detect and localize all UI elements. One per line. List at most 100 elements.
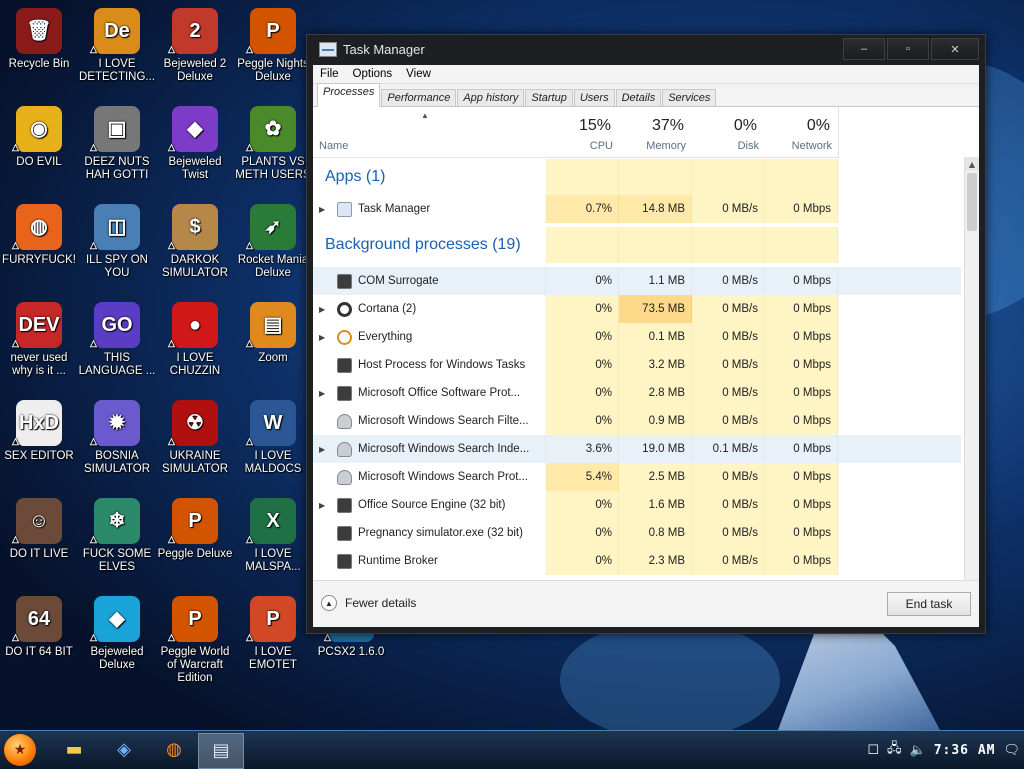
title-bar[interactable]: Task Manager – ▫ ✕	[307, 35, 985, 63]
desktop-icon[interactable]: De △ I LOVE DETECTING...	[78, 8, 156, 84]
desktop-icon[interactable]: P △ Peggle World of Warcraft Edition	[156, 596, 234, 685]
column-header-cpu[interactable]: 15% CPU	[546, 107, 620, 158]
process-cpu-cell: 0%	[546, 295, 619, 323]
process-name: Office Source Engine (32 bit)	[358, 499, 506, 511]
process-row[interactable]: ▶ Task Manager 0.7% 14.8 MB 0 MB/s 0 Mbps	[313, 195, 961, 223]
desktop-icon-label: I LOVE CHUZZIN	[169, 352, 221, 377]
sort-up-icon: ▲	[421, 111, 429, 120]
end-task-button[interactable]: End task	[887, 592, 971, 616]
network-icon[interactable]: 🖧	[887, 739, 902, 761]
process-mem-cell: 3.2 MB	[619, 351, 692, 379]
expand-arrow-icon[interactable]: ▶	[319, 305, 329, 314]
desktop-icon[interactable]: ☺ △ DO IT LIVE	[0, 498, 78, 561]
process-net-cell: 0 Mbps	[765, 323, 838, 351]
heat-filler	[765, 227, 838, 263]
tab-startup[interactable]: Startup	[525, 89, 573, 106]
desktop-icon[interactable]: ◉ △ DO EVIL	[0, 106, 78, 169]
desktop-icon[interactable]: ➶ △ Rocket Mania Deluxe	[234, 204, 312, 280]
maximize-button[interactable]: ▫	[887, 38, 929, 60]
column-header-name[interactable]: ▲ Name	[313, 107, 547, 158]
tab-app-history[interactable]: App history	[457, 89, 525, 106]
desktop-icon[interactable]: P △ Peggle Deluxe	[156, 498, 234, 561]
cpu-total-percent: 15%	[578, 117, 611, 134]
process-row[interactable]: Pregnancy simulator.exe (32 bit) 0% 0.8 MB…	[313, 519, 961, 547]
process-row[interactable]: ▶ Microsoft Windows Search Inde... 3.6% 19.…	[313, 435, 961, 463]
desktop-icon[interactable]: ✿ △ PLANTS VS METH USERS	[234, 106, 312, 182]
menu-view[interactable]: View	[399, 68, 438, 80]
desktop-icon[interactable]: W △ I LOVE MALDOCS	[234, 400, 312, 476]
desktop-icon[interactable]: 🗑 Recycle Bin	[0, 8, 78, 71]
process-row[interactable]: COM Surrogate 0% 1.1 MB 0 MB/s 0 Mbps	[313, 267, 961, 295]
desktop-icon-label: DO EVIL	[16, 156, 62, 168]
menu-options[interactable]: Options	[346, 68, 400, 80]
desktop-icon[interactable]: GO △ THIS LANGUAGE ...	[78, 302, 156, 378]
clock[interactable]: 7:36 AM	[934, 743, 996, 758]
process-row[interactable]: ▶ Office Source Engine (32 bit) 0% 1.6 MB 0 …	[313, 491, 961, 519]
firefox-icon[interactable]: ◍	[162, 737, 186, 761]
close-button[interactable]: ✕	[931, 38, 979, 60]
desktop-icon[interactable]: $ △ DARKOK SIMULATOR	[156, 204, 234, 280]
tray-box-icon[interactable]: ☐	[867, 743, 879, 758]
tab-services[interactable]: Services	[662, 89, 717, 106]
process-row[interactable]: Host Process for Windows Tasks 0% 3.2 MB 0 …	[313, 351, 961, 379]
tab-processes[interactable]: Processes	[317, 83, 381, 107]
desktop-icon[interactable]: P △ I LOVE EMOTET	[234, 596, 312, 672]
expand-arrow-icon[interactable]: ▶	[319, 445, 329, 454]
process-cpu-cell: 0%	[546, 491, 619, 519]
desktop-icon[interactable]: ❄ △ FUCK SOME ELVES	[78, 498, 156, 574]
start-button[interactable]: ★	[4, 734, 36, 766]
volume-icon[interactable]: 🔈	[910, 743, 926, 758]
desktop-icon[interactable]: ◆ △ Bejeweled Deluxe	[78, 596, 156, 672]
desktop-icon[interactable]: 2 △ Bejeweled 2 Deluxe	[156, 8, 234, 84]
process-row[interactable]: Microsoft Windows Search Filte... 0% 0.9 M…	[313, 407, 961, 435]
expand-arrow-icon[interactable]: ▶	[319, 333, 329, 342]
scroll-up-icon[interactable]: ▲	[965, 157, 979, 171]
desktop-icon[interactable]: 64 △ DO IT 64 BIT	[0, 596, 78, 659]
desktop-icon[interactable]: X △ I LOVE MALSPA...	[234, 498, 312, 574]
expand-arrow-icon[interactable]: ▶	[319, 501, 329, 510]
desktop-icon-label: FUCK SOME ELVES	[82, 548, 152, 573]
minimize-button[interactable]: –	[843, 38, 885, 60]
shortcut-arrow-icon: △	[246, 44, 253, 54]
vertical-scrollbar[interactable]: ▲ ▼	[964, 157, 979, 607]
expand-arrow-icon[interactable]: ▶	[319, 389, 329, 398]
process-row[interactable]: ▶ Microsoft Office Software Prot... 0% 2.8 …	[313, 379, 961, 407]
column-label-memory: Memory	[646, 140, 686, 152]
desktop-icon[interactable]: ✹ △ BOSNIA SIMULATOR	[78, 400, 156, 476]
diamond-icon: ◆ △	[90, 596, 140, 642]
file-explorer-icon[interactable]: ▬	[62, 737, 86, 761]
portrait-icon: ☺ △	[12, 498, 62, 544]
tab-details[interactable]: Details	[615, 89, 662, 106]
desktop-icon[interactable]: ◆ △ Bejeweled Twist	[156, 106, 234, 182]
task-manager-window[interactable]: Task Manager – ▫ ✕ File Options View Pro…	[306, 34, 986, 634]
column-header-memory[interactable]: 37% Memory	[619, 107, 693, 158]
desktop-icon[interactable]: ▤ △ Zoom	[234, 302, 312, 365]
desktop-icon[interactable]: DEV △ never used why is it ...	[0, 302, 78, 378]
process-row[interactable]: ▶ Cortana (2) 0% 73.5 MB 0 MB/s 0 Mbps	[313, 295, 961, 323]
process-mem-cell: 0.1 MB	[619, 323, 692, 351]
desktop-icon[interactable]: ◍ △ FURRYFUCK!	[0, 204, 78, 267]
process-name: Microsoft Windows Search Inde...	[358, 443, 530, 455]
desktop-icon[interactable]: ▣ △ DEEZ NUTS HAH GOTTI	[78, 106, 156, 182]
desktop-icon[interactable]: ◫ △ ILL SPY ON YOU	[78, 204, 156, 280]
desktop-icon[interactable]: HxD △ SEX EDITOR	[0, 400, 78, 463]
column-header-network[interactable]: 0% Network	[765, 107, 839, 158]
process-row[interactable]: Runtime Broker 0% 2.3 MB 0 MB/s 0 Mbps	[313, 547, 961, 575]
menu-file[interactable]: File	[313, 68, 346, 80]
fewer-details-button[interactable]: ▲ Fewer details	[321, 595, 416, 611]
expand-arrow-icon[interactable]: ▶	[319, 205, 329, 214]
notifications-icon[interactable]: 🗨	[1003, 743, 1020, 758]
process-row[interactable]: Microsoft Windows Search Prot... 5.4% 2.5 …	[313, 463, 961, 491]
scrollbar-thumb[interactable]	[967, 173, 977, 231]
taskbar-task-manager[interactable]: ▤	[198, 733, 244, 769]
tab-performance[interactable]: Performance	[381, 89, 457, 106]
network-app-icon[interactable]: ◈	[112, 737, 136, 761]
heat-filler	[765, 159, 838, 195]
tab-users[interactable]: Users	[573, 89, 615, 106]
desktop-icon[interactable]: ☢ △ UKRAINE SIMULATOR	[156, 400, 234, 476]
column-header-disk[interactable]: 0% Disk	[692, 107, 766, 158]
process-row[interactable]: ▶ Everything 0% 0.1 MB 0 MB/s 0 Mbps	[313, 323, 961, 351]
desktop-icon[interactable]: P △ Peggle Nights Deluxe	[234, 8, 312, 84]
desktop-icon-label: Recycle Bin	[8, 58, 70, 70]
desktop-icon[interactable]: ● △ I LOVE CHUZZIN	[156, 302, 234, 378]
